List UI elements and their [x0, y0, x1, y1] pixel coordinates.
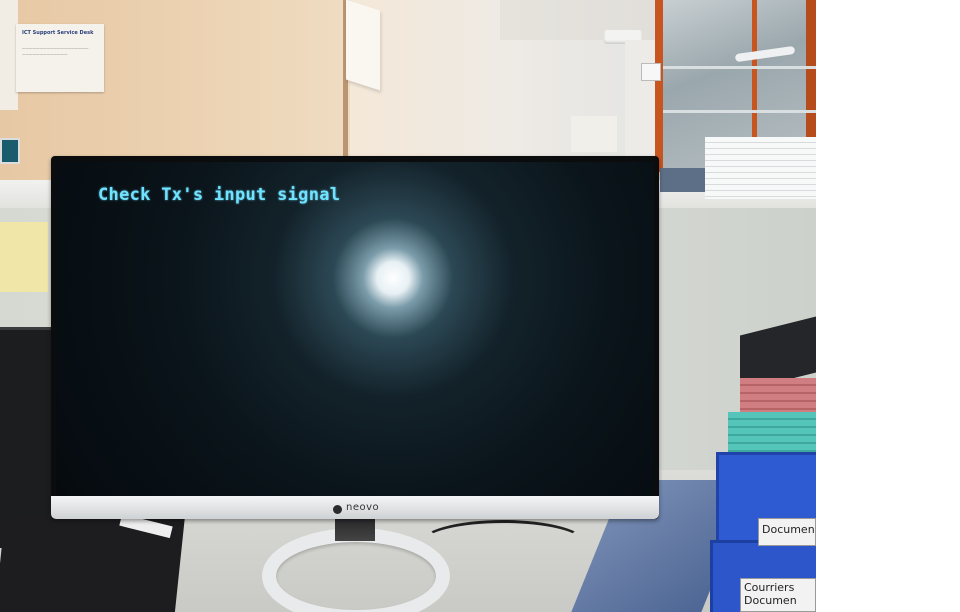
exit-sign — [641, 63, 661, 81]
screen-message: Check Tx's input signal — [98, 185, 341, 205]
wall-notice-line: ————————————— — [22, 52, 68, 56]
wall-notice-line: ——————————————————— — [22, 46, 89, 50]
cable — [420, 520, 586, 566]
wall-badge — [0, 138, 20, 164]
brand-logo: neovo — [346, 502, 380, 513]
display-shelf — [663, 66, 816, 69]
display-shelf — [663, 110, 816, 113]
wall-notice-title: ICT Support Service Desk — [22, 30, 94, 36]
sticky-note — [0, 222, 48, 292]
tray-label: Courriers Documen — [740, 578, 816, 612]
display-frame — [806, 0, 816, 150]
tray-label: Documen — [758, 518, 816, 546]
monitor-stand-neck — [335, 519, 375, 541]
monitor: Check Tx's input signal neovo — [51, 156, 659, 519]
neovo-logo-icon — [333, 505, 342, 514]
monitor-screen: Check Tx's input signal — [56, 162, 654, 500]
wall-notices — [571, 116, 617, 152]
book-stack — [660, 168, 706, 192]
photo: ICT Support Service Desk ———————————————… — [0, 0, 816, 612]
tray-label-line: Courriers — [744, 581, 795, 594]
tray-label-line: Documen — [744, 594, 797, 607]
paper-stack — [705, 137, 816, 199]
binder-stack-pink — [740, 378, 816, 416]
wall-notice: ICT Support Service Desk ———————————————… — [16, 24, 104, 92]
flag — [346, 0, 380, 91]
